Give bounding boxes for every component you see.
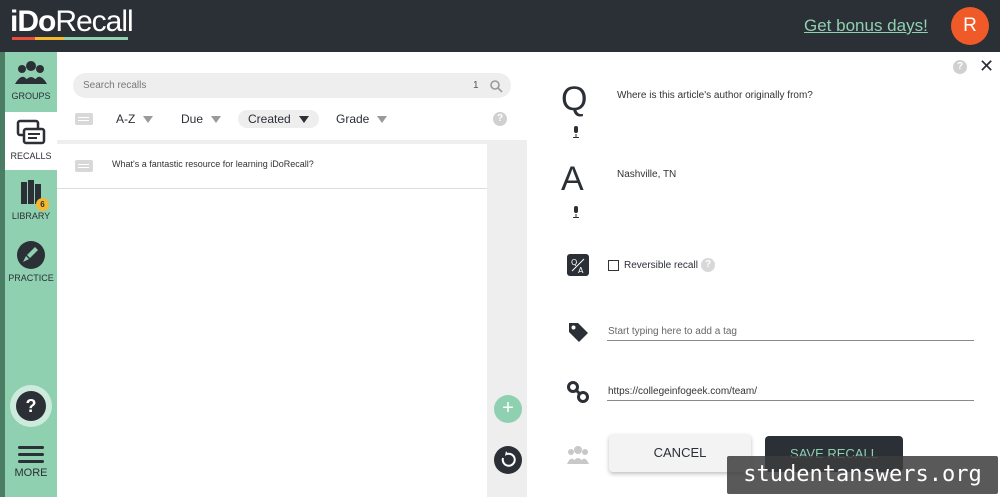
practice-icon xyxy=(17,241,45,269)
nav-item-recalls[interactable]: RECALLS xyxy=(5,112,57,170)
tag-icon xyxy=(569,323,588,342)
nav-label-library: LIBRARY xyxy=(11,211,51,221)
library-badge: 6 xyxy=(36,198,49,211)
chevron-down-icon xyxy=(298,116,309,124)
reverse-qa-icon: Q A xyxy=(567,254,589,276)
answer-field[interactable]: Nashville, TN xyxy=(617,169,676,180)
list-help-icon[interactable]: ? xyxy=(493,112,507,126)
app-logo[interactable]: iDoRecall xyxy=(10,5,134,39)
recalls-icon xyxy=(16,119,46,145)
groups-icon xyxy=(567,446,589,464)
search-bar[interactable]: 1 xyxy=(73,73,511,98)
hamburger-icon xyxy=(18,446,44,463)
microphone-icon[interactable] xyxy=(572,126,580,138)
nav-label-recalls: RECALLS xyxy=(10,151,52,161)
link-input[interactable] xyxy=(607,383,974,401)
search-icon[interactable] xyxy=(489,79,503,93)
reversible-label: Reversible recall xyxy=(624,260,698,271)
close-icon[interactable]: ✕ xyxy=(979,56,994,77)
recall-list-item[interactable]: What's a fantastic resource for learning… xyxy=(57,144,487,189)
nav-label-groups: GROUPS xyxy=(11,91,51,101)
more-menu-button[interactable]: MORE xyxy=(5,442,57,497)
top-bar: iDoRecall Get bonus days! R xyxy=(0,0,1000,52)
nav-item-practice[interactable]: PRACTICE xyxy=(5,234,57,292)
result-count: 1 xyxy=(473,80,479,91)
list-empty-area xyxy=(57,189,487,497)
reversible-help-icon[interactable]: ? xyxy=(701,258,715,272)
question-field[interactable]: Where is this article's author originall… xyxy=(617,90,813,101)
recalls-list-panel: 1 A-Z Due Created Grade ? What's a fanta… xyxy=(57,52,527,497)
user-avatar[interactable]: R xyxy=(951,7,989,45)
recall-editor: ? ✕ Q Where is this article's author ori… xyxy=(527,52,1000,497)
chevron-down-icon xyxy=(143,116,154,124)
sort-created-button[interactable]: Created xyxy=(238,110,319,128)
editor-help-icon[interactable]: ? xyxy=(953,60,967,74)
search-input[interactable] xyxy=(83,77,453,94)
sort-due-button[interactable]: Due xyxy=(181,110,222,128)
card-icon xyxy=(75,160,93,172)
groups-icon xyxy=(15,61,47,84)
left-nav: GROUPS RECALLS 6 LIBRARY PRACTICE ? MORE xyxy=(0,52,57,497)
nav-item-groups[interactable]: GROUPS xyxy=(5,52,57,110)
sync-button[interactable] xyxy=(494,446,522,474)
reversible-checkbox[interactable] xyxy=(608,260,619,271)
question-letter: Q xyxy=(561,80,588,118)
link-icon xyxy=(567,381,589,403)
bonus-days-link[interactable]: Get bonus days! xyxy=(804,16,928,36)
list-header: 1 A-Z Due Created Grade ? xyxy=(57,52,527,140)
sort-az-button[interactable]: A-Z xyxy=(116,110,154,128)
chevron-down-icon xyxy=(211,116,222,124)
watermark: studentanswers.org xyxy=(727,456,998,494)
answer-letter: A xyxy=(561,160,584,198)
svg-text:A: A xyxy=(578,266,584,275)
help-button[interactable]: ? xyxy=(10,385,52,427)
nav-item-library[interactable]: 6 LIBRARY xyxy=(5,172,57,230)
logo-underline xyxy=(12,37,128,40)
microphone-icon[interactable] xyxy=(572,206,580,218)
tag-input[interactable] xyxy=(607,323,974,341)
sync-icon xyxy=(501,451,516,467)
chevron-down-icon xyxy=(377,116,388,124)
svg-text:Q: Q xyxy=(571,258,577,267)
sort-grade-button[interactable]: Grade xyxy=(336,110,388,128)
recall-question-text: What's a fantastic resource for learning… xyxy=(112,159,314,169)
more-label: MORE xyxy=(14,467,48,479)
question-icon: ? xyxy=(16,391,46,421)
add-recall-button[interactable]: + xyxy=(494,395,522,423)
nav-label-practice: PRACTICE xyxy=(8,273,54,283)
card-view-icon[interactable] xyxy=(75,113,93,125)
